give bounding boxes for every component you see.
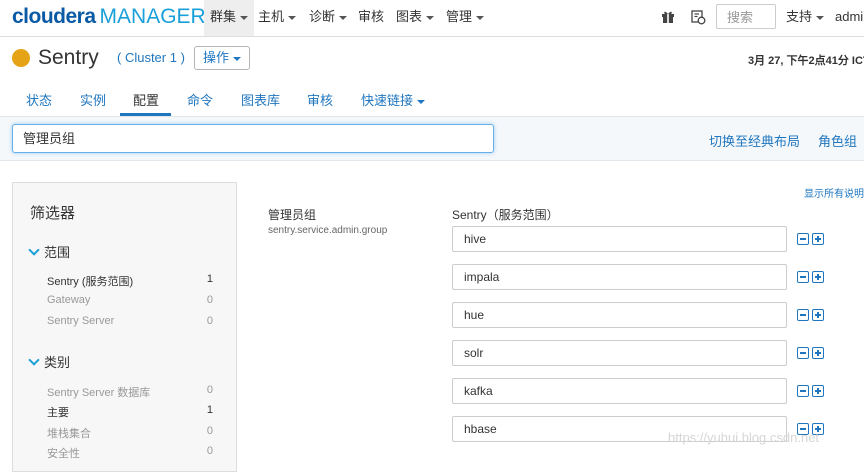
- tab-configuration[interactable]: 配置: [133, 90, 159, 114]
- tab-status[interactable]: 状态: [26, 90, 52, 114]
- chevron-down-icon: [28, 354, 40, 366]
- nav-clusters-menu[interactable]: 群集: [204, 0, 255, 36]
- value-input[interactable]: hive: [452, 226, 787, 252]
- user-label: admin: [835, 9, 864, 24]
- remove-value-icon[interactable]: [797, 347, 809, 359]
- filter-item-label: Sentry Server 数据库: [47, 387, 151, 399]
- filter-item-label: Gateway: [47, 294, 91, 306]
- chevron-down-icon: [288, 15, 297, 20]
- chevron-down-icon: [426, 15, 435, 20]
- cluster-link[interactable]: ( Cluster 1 ): [117, 50, 185, 65]
- add-value-icon[interactable]: [812, 347, 824, 359]
- tab-quick-links[interactable]: 快速链接: [361, 90, 426, 114]
- chevron-down-icon: [816, 15, 825, 20]
- chevron-down-icon: [339, 15, 348, 20]
- service-tabs: [0, 82, 864, 117]
- value-input[interactable]: hue: [452, 302, 787, 328]
- property-scope-label: Sentry（服务范围）: [452, 208, 559, 222]
- filter-item-label: Sentry (服务范围): [47, 276, 134, 288]
- filter-item-count: 1: [206, 404, 213, 416]
- nav-audits-label: 审核: [358, 9, 385, 24]
- current-datetime[interactable]: 3月 27, 下午2点41分 ICT: [748, 52, 864, 68]
- property-key: sentry.service.admin.group: [268, 225, 388, 236]
- filter-section-title: 类别: [44, 355, 71, 370]
- filter-item[interactable]: Sentry Server 0: [47, 315, 213, 327]
- logo-subtext: MANAGER: [99, 5, 206, 28]
- chevron-down-icon: [233, 56, 242, 61]
- filter-item[interactable]: 安全性 0: [47, 445, 213, 461]
- chevron-down-icon: [476, 15, 485, 20]
- chevron-down-icon: [28, 244, 40, 256]
- cloudera-manager-logo[interactable]: cloudera MANAGER: [12, 6, 206, 28]
- filter-item-count: 0: [206, 294, 213, 306]
- watermark: https://yuhui.blog.csdn.net: [668, 430, 820, 445]
- chevron-down-icon: [240, 15, 249, 20]
- user-menu[interactable]: admin: [835, 0, 864, 36]
- chevron-down-icon: [417, 99, 426, 104]
- filter-item-count: 0: [206, 425, 213, 437]
- role-groups-link[interactable]: 角色组: [818, 131, 857, 150]
- nav-hosts-label: 主机: [258, 9, 285, 24]
- filter-item[interactable]: Gateway 0: [47, 294, 213, 306]
- nav-charts-label: 图表: [396, 9, 423, 24]
- tab-audits[interactable]: 审核: [307, 90, 333, 114]
- gift-icon[interactable]: [661, 10, 675, 23]
- actions-button[interactable]: 操作: [194, 46, 251, 70]
- switch-classic-layout-link[interactable]: 切换至经典布局: [709, 131, 800, 150]
- nav-admin-label: 管理: [446, 9, 473, 24]
- support-label: 支持: [786, 9, 813, 24]
- nav-hosts-menu[interactable]: 主机: [258, 0, 297, 36]
- value-input[interactable]: impala: [452, 264, 787, 290]
- add-value-icon[interactable]: [812, 309, 824, 321]
- nav-diagnostics-menu[interactable]: 诊断: [309, 0, 348, 36]
- service-name: Sentry: [38, 46, 99, 69]
- filter-item-label: 安全性: [47, 448, 80, 460]
- value-input[interactable]: solr: [452, 340, 787, 366]
- remove-value-icon[interactable]: [797, 385, 809, 397]
- filter-item-count: 0: [206, 384, 213, 396]
- filter-section-scope[interactable]: 范围: [28, 242, 71, 261]
- tab-instances[interactable]: 实例: [80, 90, 106, 114]
- remove-value-icon[interactable]: [797, 271, 809, 283]
- filter-item-label: 堆栈集合: [47, 428, 91, 440]
- filters-title: 筛选器: [30, 205, 76, 222]
- filter-item[interactable]: Sentry Server 数据库 0: [47, 384, 213, 400]
- filter-section-category[interactable]: 类别: [28, 352, 71, 371]
- add-value-icon[interactable]: [812, 271, 824, 283]
- filter-item-count: 1: [206, 273, 213, 285]
- support-menu[interactable]: 支持: [786, 0, 825, 36]
- tab-commands[interactable]: 命令: [187, 90, 213, 114]
- nav-charts-menu[interactable]: 图表: [396, 0, 435, 36]
- filter-item-label: 主要: [47, 407, 69, 419]
- service-status-indicator: [12, 49, 30, 67]
- remove-value-icon[interactable]: [797, 233, 809, 245]
- nav-clusters-label: 群集: [210, 9, 237, 24]
- filter-item-count: 0: [206, 445, 213, 457]
- filter-item-label: Sentry Server: [47, 315, 115, 327]
- filter-item[interactable]: 主要 1: [47, 404, 213, 420]
- global-search-input[interactable]: 搜索: [716, 4, 776, 29]
- add-value-icon[interactable]: [812, 385, 824, 397]
- config-search-input[interactable]: 管理员组: [12, 124, 494, 153]
- logo-text: cloudera: [12, 5, 96, 28]
- nav-diagnostics-label: 诊断: [309, 9, 336, 24]
- quick-links-label: 快速链接: [361, 93, 414, 108]
- show-all-descriptions-link[interactable]: 显示所有说明: [804, 185, 864, 200]
- nav-admin-menu[interactable]: 管理: [446, 0, 485, 36]
- filter-section-title: 范围: [44, 245, 71, 260]
- active-tab-indicator: [120, 113, 171, 116]
- value-input[interactable]: kafka: [452, 378, 787, 404]
- add-value-icon[interactable]: [812, 233, 824, 245]
- tab-chart-library[interactable]: 图表库: [241, 90, 280, 114]
- filter-item[interactable]: 堆栈集合 0: [47, 425, 213, 441]
- remove-value-icon[interactable]: [797, 309, 809, 321]
- filter-item-count: 0: [206, 315, 213, 327]
- property-label: 管理员组: [268, 208, 317, 222]
- running-commands-icon[interactable]: [690, 9, 706, 25]
- filter-item[interactable]: Sentry (服务范围) 1: [47, 273, 213, 289]
- nav-audits-link[interactable]: 审核: [358, 0, 384, 36]
- actions-label: 操作: [203, 50, 230, 65]
